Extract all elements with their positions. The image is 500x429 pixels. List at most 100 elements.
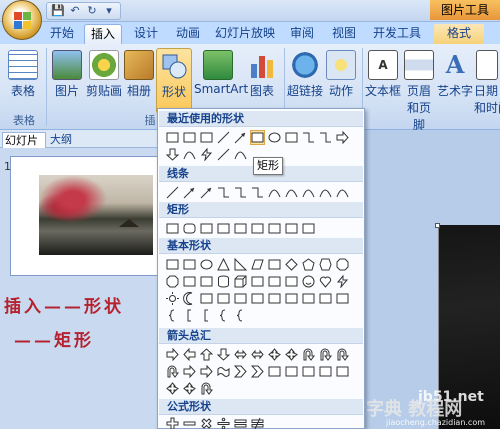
tab-slideshow[interactable]: 幻灯片放映 — [212, 24, 278, 44]
shape-cube-icon[interactable] — [233, 274, 248, 289]
shape-rect-icon[interactable] — [199, 274, 214, 289]
wordart-button[interactable]: A 艺术字 — [436, 48, 474, 114]
office-button[interactable] — [2, 0, 42, 40]
shape-rect-icon[interactable] — [284, 274, 299, 289]
shape-rect-icon[interactable] — [284, 221, 299, 236]
shape-bolt-icon[interactable] — [199, 147, 214, 162]
textbox-button[interactable]: A 文本框 — [364, 48, 402, 114]
shape-rect-icon[interactable] — [301, 364, 316, 379]
shape-heart-icon[interactable] — [318, 274, 333, 289]
shape-equal-icon[interactable] — [233, 416, 248, 429]
shape-chevron-icon[interactable] — [250, 364, 265, 379]
shape-rect-icon[interactable] — [335, 291, 350, 306]
shape-arrowU-icon[interactable] — [199, 347, 214, 362]
shape-curve-icon[interactable] — [335, 185, 350, 200]
tab-home[interactable]: 开始 — [46, 24, 78, 44]
shape-uturn-icon[interactable] — [318, 347, 333, 362]
shape-minus-icon[interactable] — [182, 416, 197, 429]
hyperlink-button[interactable]: 超链接 — [286, 48, 324, 114]
shape-hex-icon[interactable] — [318, 257, 333, 272]
shape-pent-icon[interactable] — [301, 257, 316, 272]
shape-arrowD-icon[interactable] — [216, 347, 231, 362]
shape-cross4-icon[interactable] — [284, 347, 299, 362]
smartart-button[interactable]: SmartArt — [194, 48, 248, 114]
shape-rect-icon[interactable] — [233, 221, 248, 236]
shape-rect-icon[interactable] — [199, 291, 214, 306]
shape-rect-icon[interactable] — [318, 291, 333, 306]
shape-rect-icon[interactable] — [182, 130, 197, 145]
tab-format[interactable]: 格式 — [434, 24, 484, 44]
shape-arrowR-icon[interactable] — [182, 364, 197, 379]
tab-view[interactable]: 视图 — [326, 24, 362, 44]
shape-cross4-icon[interactable] — [165, 381, 180, 396]
shape-rect-icon[interactable] — [199, 221, 214, 236]
shape-rect-icon[interactable] — [318, 364, 333, 379]
header-footer-button[interactable]: 页眉 和页脚 — [402, 48, 436, 132]
shape-neq-icon[interactable] — [250, 416, 265, 429]
shape-smile-icon[interactable] — [301, 274, 316, 289]
shape-divide-icon[interactable] — [216, 416, 231, 429]
shape-chevron-icon[interactable] — [233, 364, 248, 379]
picture-button[interactable]: 图片 — [50, 48, 84, 114]
shape-rect-icon[interactable] — [301, 291, 316, 306]
shape-times-icon[interactable] — [199, 416, 214, 429]
shape-arrowline-icon[interactable] — [182, 185, 197, 200]
shape-rect-icon[interactable] — [165, 257, 180, 272]
chart-button[interactable]: 图表 — [244, 48, 280, 114]
tab-outline[interactable]: 大纲 — [48, 132, 78, 148]
undo-icon[interactable]: ↶ — [68, 4, 82, 18]
shape-arrowL-icon[interactable] — [182, 347, 197, 362]
shape-brace-icon[interactable] — [216, 308, 231, 323]
shape-arrowR-icon[interactable] — [335, 130, 350, 145]
shape-arrowD-icon[interactable] — [165, 147, 180, 162]
shape-tri-icon[interactable] — [216, 257, 231, 272]
shape-arrowLR-icon[interactable] — [233, 347, 248, 362]
shape-arrowR-icon[interactable] — [165, 347, 180, 362]
shape-brace-icon[interactable] — [165, 308, 180, 323]
shape-rect-icon[interactable] — [165, 221, 180, 236]
shape-sun-icon[interactable] — [165, 291, 180, 306]
shape-arrowline-icon[interactable] — [233, 130, 248, 145]
shape-rect-icon[interactable] — [284, 291, 299, 306]
shape-curve-icon[interactable] — [284, 185, 299, 200]
table-button[interactable]: 表格 — [4, 48, 42, 114]
shape-bracket-icon[interactable] — [182, 308, 197, 323]
tab-animation[interactable]: 动画 — [170, 24, 206, 44]
shape-ellipse-icon[interactable] — [199, 257, 214, 272]
shape-line-icon[interactable] — [216, 130, 231, 145]
shape-rect-icon[interactable] — [165, 130, 180, 145]
shape-rect-icon[interactable] — [250, 130, 265, 145]
shape-rect-icon[interactable] — [216, 291, 231, 306]
shape-arrowR-icon[interactable] — [199, 364, 214, 379]
shape-rect-icon[interactable] — [301, 221, 316, 236]
save-icon[interactable]: 💾 — [51, 4, 65, 18]
shape-rect-icon[interactable] — [182, 257, 197, 272]
shape-rect-icon[interactable] — [267, 291, 282, 306]
tab-developer[interactable]: 开发工具 — [368, 24, 426, 44]
slide-thumbnail[interactable] — [10, 156, 160, 276]
shape-uturn-icon[interactable] — [301, 347, 316, 362]
tab-slides[interactable]: 幻灯片 — [2, 132, 46, 148]
shape-cross4-icon[interactable] — [182, 381, 197, 396]
shape-bracket-icon[interactable] — [199, 308, 214, 323]
shape-arrowLR-icon[interactable] — [250, 347, 265, 362]
shape-oct-icon[interactable] — [165, 274, 180, 289]
shape-arrowline-icon[interactable] — [199, 185, 214, 200]
shape-cross4-icon[interactable] — [267, 347, 282, 362]
shape-curve-icon[interactable] — [233, 147, 248, 162]
shape-elbow-icon[interactable] — [250, 185, 265, 200]
shape-rect-icon[interactable] — [182, 274, 197, 289]
shape-moon-icon[interactable] — [182, 291, 197, 306]
shape-elbow-icon[interactable] — [301, 130, 316, 145]
shape-rrect-icon[interactable] — [182, 221, 197, 236]
shape-curve-icon[interactable] — [182, 147, 197, 162]
selection-handle[interactable] — [435, 223, 440, 228]
shape-para-icon[interactable] — [250, 257, 265, 272]
shape-oct-icon[interactable] — [335, 257, 350, 272]
shape-curve-icon[interactable] — [267, 185, 282, 200]
shape-rect-icon[interactable] — [250, 274, 265, 289]
shape-rect-icon[interactable] — [216, 221, 231, 236]
shape-curve-icon[interactable] — [318, 185, 333, 200]
tab-insert[interactable]: 插入 — [84, 24, 122, 44]
shape-elbow-icon[interactable] — [318, 130, 333, 145]
